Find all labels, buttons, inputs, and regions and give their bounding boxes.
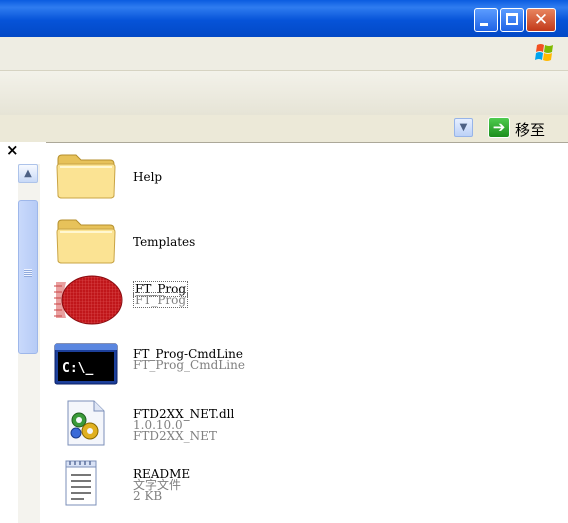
vertical-scrollbar[interactable]: ▲ xyxy=(18,164,40,523)
folder-icon xyxy=(56,154,116,199)
file-description: FT_Prog xyxy=(133,292,189,308)
ft-prog-app-icon xyxy=(54,275,123,325)
text-document-icon xyxy=(65,460,97,506)
file-item-ft-prog-cmdline[interactable]: C:\_ FT_Prog-CmdLine FT_Prog_CmdLine xyxy=(46,337,446,397)
file-item-ftd2xx-net-dll[interactable]: FTD2XX_NET.dll 1.0.10.0 FTD2XX_NET xyxy=(46,395,446,455)
left-pane: × ▲ xyxy=(0,142,46,523)
file-description: FT_Prog_CmdLine xyxy=(133,358,245,372)
maximize-icon xyxy=(506,13,518,25)
file-list: Help Templates FT_Prog FT_Prog C:\_ FT_P… xyxy=(46,142,568,523)
toolbar xyxy=(0,71,568,116)
file-description: FTD2XX_NET xyxy=(133,429,217,443)
dll-file-icon xyxy=(67,400,105,446)
file-item-ft-prog[interactable]: FT_Prog FT_Prog xyxy=(46,272,446,332)
file-item-help[interactable]: Help xyxy=(46,147,446,207)
file-item-readme[interactable]: README 文字文件 2 KB xyxy=(46,456,446,516)
file-item-templates[interactable]: Templates xyxy=(46,212,446,272)
close-button[interactable]: ✕ xyxy=(526,8,556,32)
address-dropdown-button[interactable]: ▼ xyxy=(454,118,473,137)
command-prompt-icon: C:\_ xyxy=(54,343,118,385)
folder-icon xyxy=(56,219,116,264)
file-name: Help xyxy=(133,170,163,184)
menu-bar xyxy=(0,37,568,71)
grip-icon xyxy=(24,269,32,277)
windows-logo-icon xyxy=(535,44,553,61)
minimize-button[interactable] xyxy=(474,8,498,32)
title-bar[interactable]: ✕ xyxy=(0,0,568,37)
go-label[interactable]: 移至 xyxy=(515,119,545,140)
close-pane-button[interactable]: × xyxy=(6,142,20,158)
chevron-up-icon: ▲ xyxy=(24,168,32,179)
minimize-icon xyxy=(480,23,488,26)
go-arrow-icon: ➔ xyxy=(492,118,506,136)
scroll-up-button[interactable]: ▲ xyxy=(18,164,38,183)
maximize-button[interactable] xyxy=(500,8,524,32)
close-icon: ✕ xyxy=(533,10,549,30)
file-name: Templates xyxy=(133,235,196,249)
svg-text:C:\_: C:\_ xyxy=(62,361,93,376)
scroll-thumb[interactable] xyxy=(18,200,38,354)
address-bar: ▼ ➔ 移至 xyxy=(0,115,568,143)
go-button[interactable]: ➔ xyxy=(488,117,510,138)
chevron-down-icon: ▼ xyxy=(459,122,468,133)
file-size: 2 KB xyxy=(133,489,163,503)
